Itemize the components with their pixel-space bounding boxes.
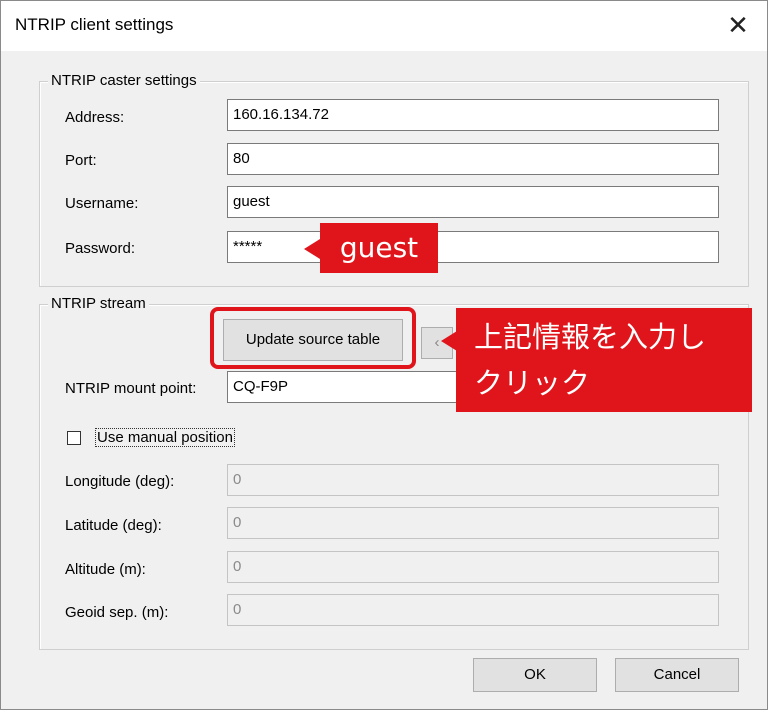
cancel-button[interactable]: Cancel <box>615 658 739 692</box>
title-bar: NTRIP client settings ✕ <box>1 1 767 51</box>
latitude-field: 0 <box>227 507 719 539</box>
close-icon[interactable]: ✕ <box>721 9 755 43</box>
password-label: Password: <box>65 240 136 257</box>
caster-group-label: NTRIP caster settings <box>48 72 200 89</box>
password-callout-arrow-icon <box>304 239 320 259</box>
update-callout-line1: 上記情報を入力し <box>474 320 707 354</box>
stream-group-label: NTRIP stream <box>48 295 149 312</box>
ok-button[interactable]: OK <box>473 658 597 692</box>
password-field[interactable]: ***** <box>227 231 719 263</box>
address-field[interactable]: 160.16.134.72 <box>227 99 719 131</box>
altitude-field: 0 <box>227 551 719 583</box>
port-field[interactable]: 80 <box>227 143 719 175</box>
manual-position-checkbox[interactable] <box>67 431 81 445</box>
address-label: Address: <box>65 109 125 126</box>
latitude-label: Latitude (deg): <box>65 517 162 534</box>
geoid-field: 0 <box>227 594 719 626</box>
update-callout-line2: クリック <box>474 366 591 400</box>
longitude-label: Longitude (deg): <box>65 473 175 490</box>
mount-point-field[interactable]: CQ-F9P <box>227 371 477 403</box>
port-label: Port: <box>65 152 97 169</box>
mount-point-label: NTRIP mount point: <box>65 380 197 397</box>
update-button-highlight <box>210 307 416 369</box>
geoid-label: Geoid sep. (m): <box>65 604 169 621</box>
longitude-field: 0 <box>227 464 719 496</box>
password-callout: guest <box>320 223 438 273</box>
username-field[interactable]: guest <box>227 186 719 218</box>
dialog-title: NTRIP client settings <box>15 15 174 34</box>
altitude-label: Altitude (m): <box>65 561 146 578</box>
update-callout-arrow-icon <box>441 331 457 351</box>
username-label: Username: <box>65 195 139 212</box>
update-callout: 上記情報を入力し クリック <box>456 308 752 412</box>
ntrip-settings-dialog: NTRIP client settings ✕ NTRIP caster set… <box>0 0 768 710</box>
manual-position-label[interactable]: Use manual position <box>95 428 235 447</box>
